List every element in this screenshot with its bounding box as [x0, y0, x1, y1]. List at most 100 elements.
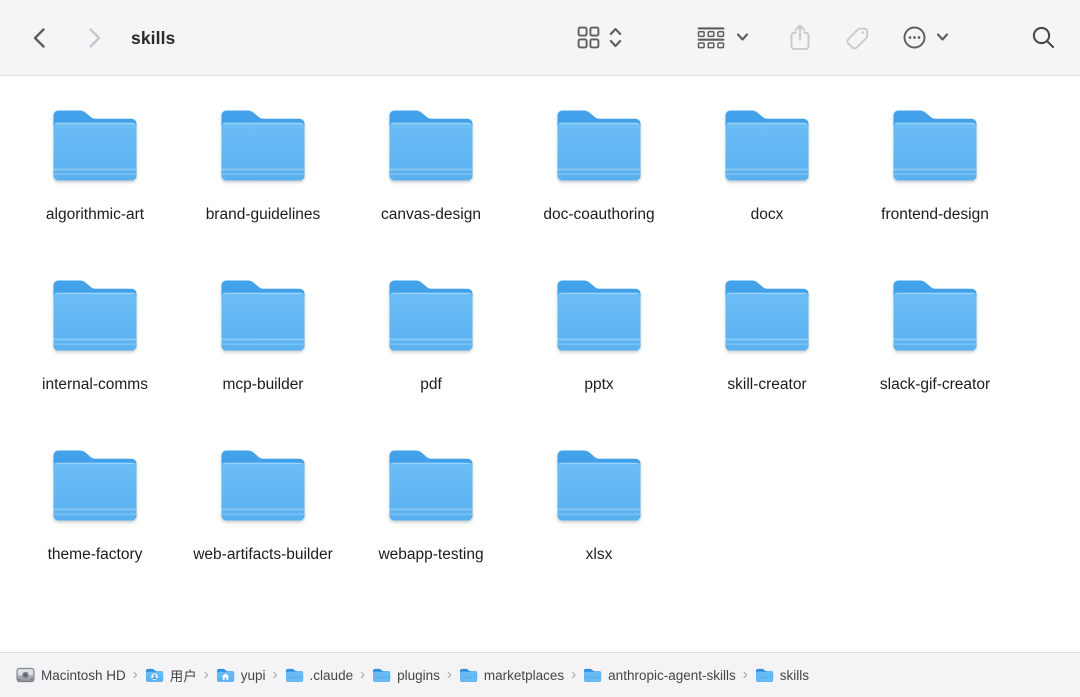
folder-label: theme-factory — [47, 546, 143, 563]
folder-label: skill-creator — [727, 376, 807, 393]
share-icon — [790, 24, 810, 50]
folder-item[interactable]: brand-guidelines — [179, 106, 347, 276]
folder-item[interactable]: mcp-builder — [179, 276, 347, 446]
chevron-left-icon — [33, 28, 45, 48]
view-grid-icon — [577, 26, 600, 49]
more-options-icon — [903, 26, 926, 49]
folder-label: internal-comms — [42, 376, 148, 393]
path-separator-chevron: › — [742, 665, 748, 683]
path-item[interactable]: 用户 — [145, 665, 197, 685]
folder-icon — [755, 668, 773, 682]
view-switcher-chevrons[interactable] — [608, 26, 623, 49]
finder-toolbar: skills — [0, 0, 1080, 76]
view-grid-button[interactable] — [577, 26, 600, 49]
folder-grid: algorithmic-art brand-guidelines canvas-… — [0, 77, 1080, 616]
folder-icon[interactable] — [889, 106, 981, 190]
folder-item[interactable]: theme-factory — [11, 446, 179, 616]
folder-icon — [285, 668, 303, 682]
more-options-chevron[interactable] — [936, 32, 949, 42]
folder-icon[interactable] — [385, 446, 477, 530]
path-item[interactable]: anthropic-agent-skills — [583, 667, 736, 683]
folder-item[interactable]: doc-coauthoring — [515, 106, 683, 276]
folder-item[interactable]: skill-creator — [683, 276, 851, 446]
folder-label: frontend-design — [881, 206, 989, 223]
search-button[interactable] — [1031, 25, 1056, 50]
folder-item[interactable]: slack-gif-creator — [851, 276, 1019, 446]
path-item[interactable]: marketplaces — [459, 667, 564, 683]
chevrons-up-down-icon — [609, 27, 622, 48]
folder-label: algorithmic-art — [45, 206, 145, 223]
path-separator-chevron: › — [132, 665, 138, 683]
chevron-down-icon — [936, 33, 949, 41]
folder-label: mcp-builder — [222, 376, 304, 393]
folder-icon[interactable] — [553, 106, 645, 190]
folder-icon — [373, 668, 391, 682]
folder-icon[interactable] — [217, 106, 309, 190]
folder-item[interactable]: pptx — [515, 276, 683, 446]
folder-label: slack-gif-creator — [879, 376, 991, 393]
chevron-right-icon — [89, 28, 101, 48]
folder-icon[interactable] — [217, 446, 309, 530]
folder-icon[interactable] — [553, 446, 645, 530]
path-item-label: 用户 — [169, 669, 197, 684]
folder-icon — [584, 668, 602, 682]
path-item-label: Macintosh HD — [41, 667, 126, 683]
path-bar: Macintosh HD › 用户 › yupi › .claude › plu… — [0, 652, 1080, 697]
path-item[interactable]: Macintosh HD — [16, 667, 126, 683]
folder-user-icon — [145, 668, 163, 682]
group-by-button[interactable] — [697, 27, 725, 49]
path-separator-chevron: › — [272, 665, 278, 683]
folder-item[interactable]: canvas-design — [347, 106, 515, 276]
folder-icon[interactable] — [49, 276, 141, 360]
finder-content-area: algorithmic-art brand-guidelines canvas-… — [0, 77, 1080, 652]
path-item-label: yupi — [240, 667, 266, 683]
folder-item[interactable]: internal-comms — [11, 276, 179, 446]
folder-icon[interactable] — [385, 276, 477, 360]
group-by-icon — [697, 27, 725, 49]
folder-label: xlsx — [585, 546, 613, 563]
tag-button[interactable] — [845, 25, 870, 50]
share-button[interactable] — [789, 23, 811, 51]
folder-icon[interactable] — [217, 276, 309, 360]
more-options-button[interactable] — [903, 26, 926, 49]
folder-icon[interactable] — [49, 446, 141, 530]
tag-icon — [846, 27, 869, 50]
folder-item[interactable]: frontend-design — [851, 106, 1019, 276]
path-item[interactable]: plugins — [372, 667, 440, 683]
folder-icon[interactable] — [889, 276, 981, 360]
path-item-label: marketplaces — [483, 667, 565, 683]
folder-icon[interactable] — [721, 276, 813, 360]
folder-label: docx — [750, 206, 784, 223]
chevron-down-icon — [736, 33, 749, 41]
folder-label: doc-coauthoring — [543, 206, 655, 223]
folder-icon — [459, 668, 478, 682]
group-by-chevron[interactable] — [736, 32, 749, 42]
folder-label: canvas-design — [381, 206, 481, 223]
folder-label: brand-guidelines — [205, 206, 321, 223]
drive-icon — [16, 667, 35, 683]
folder-item[interactable]: web-artifacts-builder — [179, 446, 347, 616]
folder-icon[interactable] — [49, 106, 141, 190]
path-item-label: skills — [779, 667, 809, 683]
folder-icon[interactable] — [553, 276, 645, 360]
path-separator-chevron: › — [360, 665, 366, 683]
page-title: skills — [131, 27, 176, 48]
path-item[interactable]: skills — [755, 667, 809, 683]
folder-icon[interactable] — [721, 106, 813, 190]
folder-label: pptx — [584, 376, 614, 393]
path-item[interactable]: .claude — [285, 667, 354, 683]
back-button[interactable] — [29, 26, 51, 50]
path-item[interactable]: yupi — [216, 667, 266, 683]
path-item-label: .claude — [309, 667, 354, 683]
forward-button[interactable] — [83, 26, 105, 50]
folder-item[interactable]: pdf — [347, 276, 515, 446]
folder-label: web-artifacts-builder — [193, 546, 333, 563]
folder-label: webapp-testing — [378, 546, 484, 563]
folder-item[interactable]: xlsx — [515, 446, 683, 616]
path-separator-chevron: › — [571, 665, 577, 683]
folder-home-icon — [216, 668, 234, 682]
folder-item[interactable]: webapp-testing — [347, 446, 515, 616]
folder-icon[interactable] — [385, 106, 477, 190]
folder-item[interactable]: algorithmic-art — [11, 106, 179, 276]
folder-item[interactable]: docx — [683, 106, 851, 276]
